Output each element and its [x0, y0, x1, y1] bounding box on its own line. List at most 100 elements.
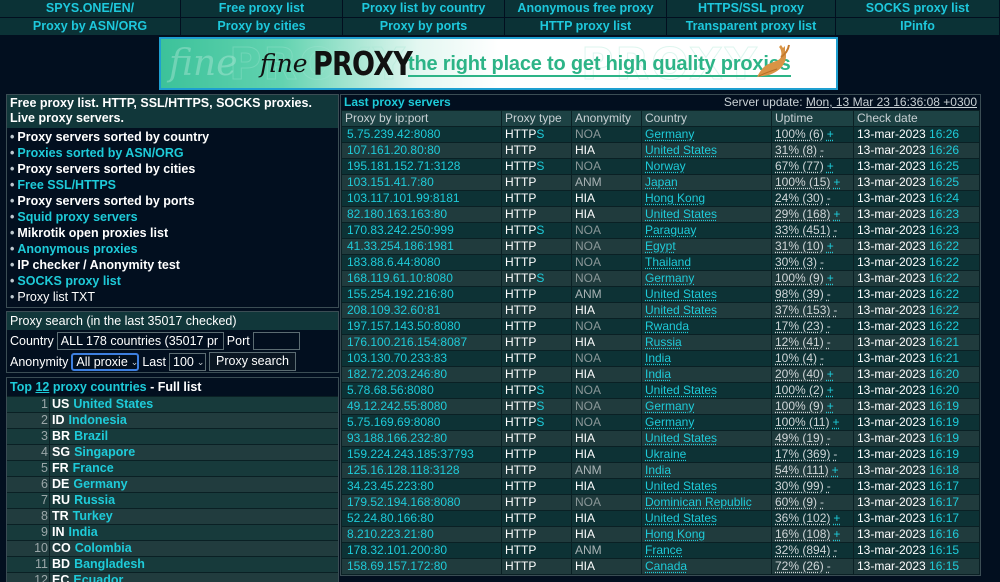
- link-mikrotik[interactable]: • Mikrotik open proxies list: [10, 225, 335, 241]
- country-link[interactable]: Singapore: [74, 445, 135, 460]
- uptime-link[interactable]: 98% (39) -: [775, 287, 831, 301]
- fineproxy-banner[interactable]: fine PROXY PROXY fine PROXY the right pl…: [159, 37, 838, 90]
- country-link[interactable]: Germany: [645, 271, 694, 285]
- uptime-link[interactable]: 10% (4) -: [775, 351, 824, 365]
- anonymity-select[interactable]: All proxie ⌄: [71, 352, 140, 371]
- country-link[interactable]: Egypt: [645, 239, 676, 253]
- uptime-link[interactable]: 100% (9) +: [775, 271, 834, 285]
- country-link[interactable]: France: [73, 461, 114, 476]
- uptime-link[interactable]: 72% (26) -: [775, 559, 831, 573]
- link-free-ssl-https[interactable]: • Free SSL/HTTPS: [10, 177, 335, 193]
- uptime-link[interactable]: 37% (153) -: [775, 303, 837, 317]
- country-link[interactable]: United States: [73, 397, 153, 412]
- nav-link-spys-one[interactable]: SPYS.ONE/EN/: [0, 0, 181, 18]
- link-proxy-list-txt[interactable]: • Proxy list TXT: [10, 289, 335, 305]
- country-link[interactable]: Hong Kong: [645, 527, 705, 541]
- country-link[interactable]: Germany: [645, 399, 694, 413]
- uptime-link[interactable]: 29% (168) +: [775, 207, 840, 221]
- uptime-link[interactable]: 60% (9) -: [775, 495, 824, 509]
- country-link[interactable]: India: [645, 367, 671, 381]
- uptime-link[interactable]: 100% (9) +: [775, 399, 834, 413]
- uptime-link[interactable]: 31% (10) +: [775, 239, 834, 253]
- country-link[interactable]: Hong Kong: [645, 191, 705, 205]
- uptime-link[interactable]: 20% (40) +: [775, 367, 834, 381]
- uptime-link[interactable]: 67% (77) +: [775, 159, 834, 173]
- country-link[interactable]: United States: [645, 431, 717, 445]
- uptime-link[interactable]: 36% (102) +: [775, 511, 840, 525]
- uptime-link[interactable]: 17% (23) -: [775, 319, 831, 333]
- country-link[interactable]: Bangladesh: [74, 557, 145, 572]
- proxy-search-button[interactable]: Proxy search: [209, 352, 296, 371]
- country-link[interactable]: India: [645, 463, 671, 477]
- country-link[interactable]: United States: [645, 143, 717, 157]
- uptime-link[interactable]: 54% (111) +: [775, 463, 839, 477]
- uptime-link[interactable]: 33% (451) -: [775, 223, 837, 237]
- country-link[interactable]: Norway: [645, 159, 686, 173]
- country-link[interactable]: Paraguay: [645, 223, 696, 237]
- country-link[interactable]: Russia: [645, 335, 682, 349]
- country-link[interactable]: United States: [645, 383, 717, 397]
- nav-link-anonymous-proxy[interactable]: Anonymous free proxy: [505, 0, 667, 18]
- last-count-select[interactable]: 100 ⌄: [169, 352, 206, 371]
- country-link[interactable]: Germany: [73, 477, 127, 492]
- uptime-link[interactable]: 24% (30) -: [775, 191, 831, 205]
- country-link[interactable]: Ukraine: [645, 447, 686, 461]
- country-link[interactable]: United States: [645, 303, 717, 317]
- uptime-link[interactable]: 30% (99) -: [775, 479, 831, 493]
- country-link[interactable]: Canada: [645, 559, 687, 573]
- country-link[interactable]: India: [645, 351, 671, 365]
- uptime-link[interactable]: 17% (369) -: [775, 447, 837, 461]
- uptime-link[interactable]: 30% (3) -: [775, 255, 824, 269]
- port-input[interactable]: [252, 331, 300, 350]
- country-link[interactable]: United States: [645, 479, 717, 493]
- country-link[interactable]: Rwanda: [645, 319, 689, 333]
- nav-link-ports[interactable]: Proxy by ports: [343, 18, 505, 36]
- link-sorted-by-country[interactable]: • Proxy servers sorted by country: [10, 129, 335, 145]
- country-link[interactable]: United States: [645, 287, 717, 301]
- country-link[interactable]: Brazil: [74, 429, 108, 444]
- country-link[interactable]: Russia: [74, 493, 115, 508]
- country-link[interactable]: Colombia: [75, 541, 132, 556]
- country-link[interactable]: Thailand: [645, 255, 691, 269]
- nav-link-https-ssl[interactable]: HTTPS/SSL proxy: [667, 0, 836, 18]
- country-link[interactable]: France: [645, 543, 682, 557]
- nav-link-cities[interactable]: Proxy by cities: [181, 18, 343, 36]
- link-anonymous-proxies[interactable]: • Anonymous proxies: [10, 241, 335, 257]
- nav-link-socks[interactable]: SOCKS proxy list: [836, 0, 1000, 18]
- country-link[interactable]: Germany: [645, 415, 694, 429]
- nav-link-proxy-by-country[interactable]: Proxy list by country: [343, 0, 505, 18]
- country-link[interactable]: Ecuador: [73, 573, 123, 582]
- country-link[interactable]: Turkey: [73, 509, 113, 524]
- uptime-link[interactable]: 31% (8) -: [775, 143, 824, 157]
- country-link[interactable]: Dominican Republic: [645, 495, 752, 509]
- nav-link-free-proxy-list[interactable]: Free proxy list: [181, 0, 343, 18]
- uptime-link[interactable]: 12% (41) -: [775, 335, 831, 349]
- link-sorted-by-cities[interactable]: • Proxy servers sorted by cities: [10, 161, 335, 177]
- link-sorted-by-ports[interactable]: • Proxy servers sorted by ports: [10, 193, 335, 209]
- country-link[interactable]: India: [69, 525, 98, 540]
- nav-link-http[interactable]: HTTP proxy list: [505, 18, 667, 36]
- uptime-link[interactable]: 32% (894) -: [775, 543, 837, 557]
- full-list-link[interactable]: Full list: [158, 380, 202, 394]
- country-link[interactable]: United States: [645, 511, 717, 525]
- nav-link-ipinfo[interactable]: IPinfo: [836, 18, 1000, 36]
- uptime-link[interactable]: 16% (108) +: [775, 527, 840, 541]
- country-link[interactable]: United States: [645, 207, 717, 221]
- server-update-time[interactable]: Mon, 13 Mar 23 16:36:08 +0300: [806, 95, 977, 109]
- link-squid-proxy[interactable]: • Squid proxy servers: [10, 209, 335, 225]
- uptime-link[interactable]: 100% (6) +: [775, 127, 834, 141]
- nav-link-asn-org[interactable]: Proxy by ASN/ORG: [0, 18, 181, 36]
- uptime-link[interactable]: 49% (19) -: [775, 431, 831, 445]
- link-sorted-by-asn[interactable]: • Proxies sorted by ASN/ORG: [10, 145, 335, 161]
- country-link[interactable]: Indonesia: [69, 413, 127, 428]
- link-ip-checker[interactable]: • IP checker / Anonymity test: [10, 257, 335, 273]
- uptime-link[interactable]: 100% (2) +: [775, 383, 834, 397]
- uptime-link[interactable]: 100% (15) +: [775, 175, 840, 189]
- nav-link-transparent[interactable]: Transparent proxy list: [667, 18, 836, 36]
- country-link[interactable]: Japan: [645, 175, 678, 189]
- link-socks-proxy-list[interactable]: • SOCKS proxy list: [10, 273, 335, 289]
- country-select[interactable]: ALL 178 countries (35017 pr ⌄: [56, 331, 224, 350]
- top-count-link[interactable]: 12: [35, 380, 49, 394]
- country-link[interactable]: Germany: [645, 127, 694, 141]
- uptime-link[interactable]: 100% (11) +: [775, 415, 840, 429]
